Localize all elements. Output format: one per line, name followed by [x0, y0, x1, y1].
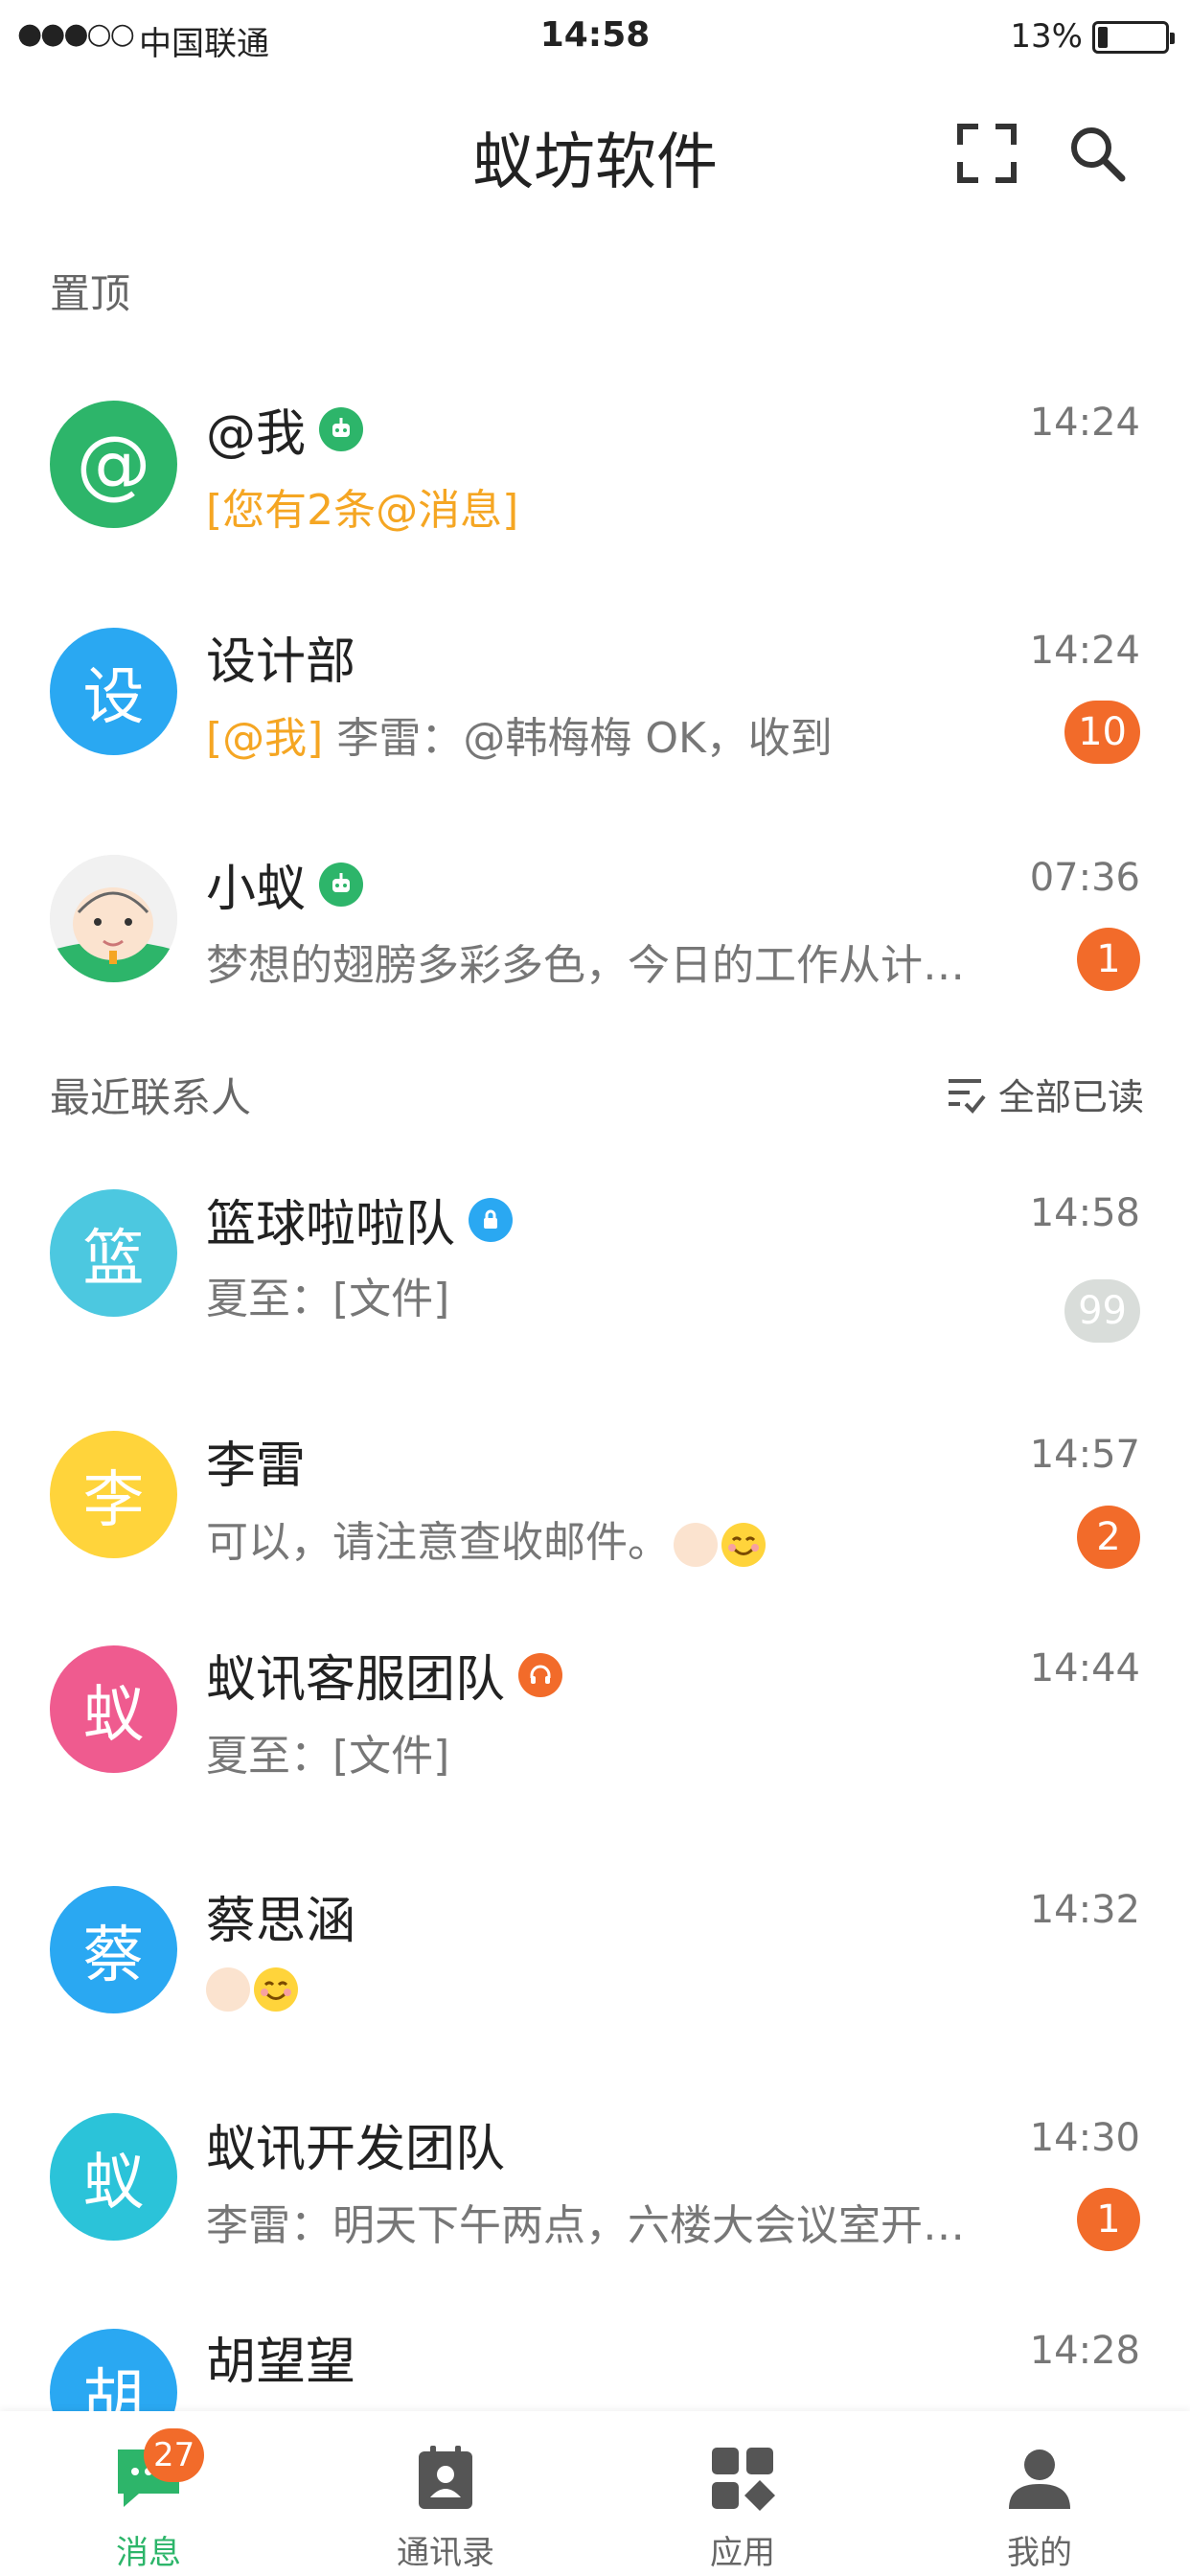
- conversation-name: 蔡思涵: [206, 1893, 356, 1950]
- tab-label: 应用: [710, 2534, 775, 2572]
- bot-avatar-image: [50, 855, 177, 982]
- conversation-time: 14:30: [1029, 2116, 1140, 2160]
- avatar: @: [50, 401, 177, 528]
- conversation-time: 14:57: [1029, 1433, 1140, 1477]
- search-icon: [1071, 127, 1126, 182]
- conversation-time: 14:32: [1029, 1888, 1140, 1932]
- conversation-name: 设计部: [206, 633, 356, 691]
- conversation-time: 14:44: [1029, 1646, 1140, 1690]
- tab-label: 通讯录: [397, 2534, 494, 2572]
- robot-icon: [319, 406, 364, 451]
- unread-badge-muted: 99: [1064, 1279, 1140, 1343]
- scan-button[interactable]: [949, 115, 1025, 192]
- search-button[interactable]: [1059, 115, 1135, 192]
- tab-apps[interactable]: 应用: [594, 2411, 891, 2576]
- headset-icon: [518, 1652, 563, 1697]
- mark-read-icon: [948, 1078, 986, 1114]
- message-preview: 夏至：[文件]: [206, 1732, 450, 1781]
- mark-all-read-button[interactable]: 全部已读: [945, 1068, 1144, 1120]
- lock-icon: [469, 1197, 514, 1242]
- bottom-tab-bar: 27 消息 通讯录 应用 我的: [0, 2411, 1190, 2576]
- avatar: 蔡: [50, 1886, 177, 2013]
- conversation-time: 14:28: [1029, 2329, 1140, 2373]
- avatar: 蚁: [50, 1645, 177, 1773]
- avatar: 篮: [50, 1189, 177, 1317]
- conversation-item-at-me[interactable]: @ @我 14:24 [您有2条@消息]: [0, 355, 1190, 565]
- conversation-name: 胡望望: [206, 2334, 356, 2391]
- tab-unread-badge: 27: [144, 2428, 205, 2482]
- pinned-section-label: 置顶: [50, 270, 131, 317]
- status-bar: ●●●○○ 中国联通 14:58 13%: [0, 0, 1190, 77]
- message-preview: 李雷：@韩梅梅 OK，收到: [323, 714, 833, 763]
- ok-hand-emoji-icon: [206, 1967, 250, 2012]
- app-header: 蚁坊软件: [0, 77, 1190, 220]
- conversation-item-dev-team[interactable]: 蚁 蚁讯开发团队 14:30 李雷：明天下午两点，六楼大会议室开… 1: [0, 2070, 1190, 2281]
- conversation-time: 07:36: [1029, 856, 1140, 900]
- conversation-item-basketball[interactable]: 篮 篮球啦啦队 14:58 夏至：[文件] 99: [0, 1145, 1190, 1356]
- mention-highlight: [@我]: [206, 714, 324, 763]
- message-preview: 可以，请注意查收邮件。: [206, 1518, 670, 1567]
- message-preview: 梦想的翅膀多彩多色，今日的工作从计…: [206, 941, 965, 990]
- mark-all-read-label: 全部已读: [997, 1076, 1144, 1118]
- tab-label: 消息: [116, 2534, 181, 2572]
- smile-emoji-icon: [254, 1967, 298, 2012]
- unread-badge: 10: [1064, 701, 1140, 764]
- tab-contacts[interactable]: 通讯录: [297, 2411, 594, 2576]
- conversation-time: 14:24: [1029, 401, 1140, 445]
- conversation-item-xiaoyi[interactable]: 小蚁 07:36 梦想的翅膀多彩多色，今日的工作从计… 1: [0, 810, 1190, 1021]
- tab-messages[interactable]: 27 消息: [0, 2411, 297, 2576]
- avatar: 李: [50, 1431, 177, 1558]
- message-preview: 夏至：[文件]: [206, 1275, 450, 1323]
- message-preview: 李雷：明天下午两点，六楼大会议室开…: [206, 2201, 965, 2250]
- profile-icon: [1009, 2450, 1070, 2509]
- battery-percent: 13%: [1010, 17, 1083, 56]
- avatar: 设: [50, 628, 177, 755]
- battery-icon: [1092, 21, 1175, 54]
- avatar: 蚁: [50, 2113, 177, 2241]
- conversation-item-caisihan[interactable]: 蔡 蔡思涵 14:32: [0, 1842, 1190, 2053]
- contacts-icon: [419, 2446, 472, 2509]
- recent-section-label: 最近联系人: [50, 1074, 252, 1121]
- message-preview: [206, 1963, 1030, 2012]
- smile-emoji-icon: [721, 1523, 766, 1567]
- conversation-item-service[interactable]: 蚁 蚁讯客服团队 14:44 夏至：[文件]: [0, 1600, 1190, 1811]
- unread-badge: 1: [1077, 928, 1140, 991]
- mention-highlight: [您有2条@消息]: [206, 486, 519, 535]
- conversation-item-design[interactable]: 设 设计部 14:24 [@我] 李雷：@韩梅梅 OK，收到 10: [0, 583, 1190, 794]
- conversation-time: 14:58: [1029, 1191, 1140, 1235]
- unread-badge: 1: [1077, 2188, 1140, 2251]
- conversation-name: 篮球啦啦队: [206, 1196, 456, 1254]
- avatar: [50, 855, 177, 982]
- conversation-name: 蚁讯开发团队: [206, 2121, 506, 2178]
- tab-label: 我的: [1007, 2534, 1072, 2572]
- scan-icon: [957, 124, 1017, 183]
- ok-hand-emoji-icon: [674, 1523, 718, 1567]
- conversation-name: 小蚁: [206, 861, 307, 918]
- tab-profile[interactable]: 我的: [891, 2411, 1188, 2576]
- conversation-name: 李雷: [206, 1438, 307, 1495]
- conversation-name: 蚁讯客服团队: [206, 1651, 506, 1709]
- conversation-name: @我: [206, 405, 307, 463]
- unread-badge: 2: [1077, 1506, 1140, 1569]
- robot-icon: [319, 862, 364, 907]
- conversation-time: 14:24: [1029, 629, 1140, 673]
- conversation-item-lilei[interactable]: 李 李雷 14:57 可以，请注意查收邮件。 2: [0, 1387, 1190, 1598]
- apps-icon: [712, 2448, 775, 2511]
